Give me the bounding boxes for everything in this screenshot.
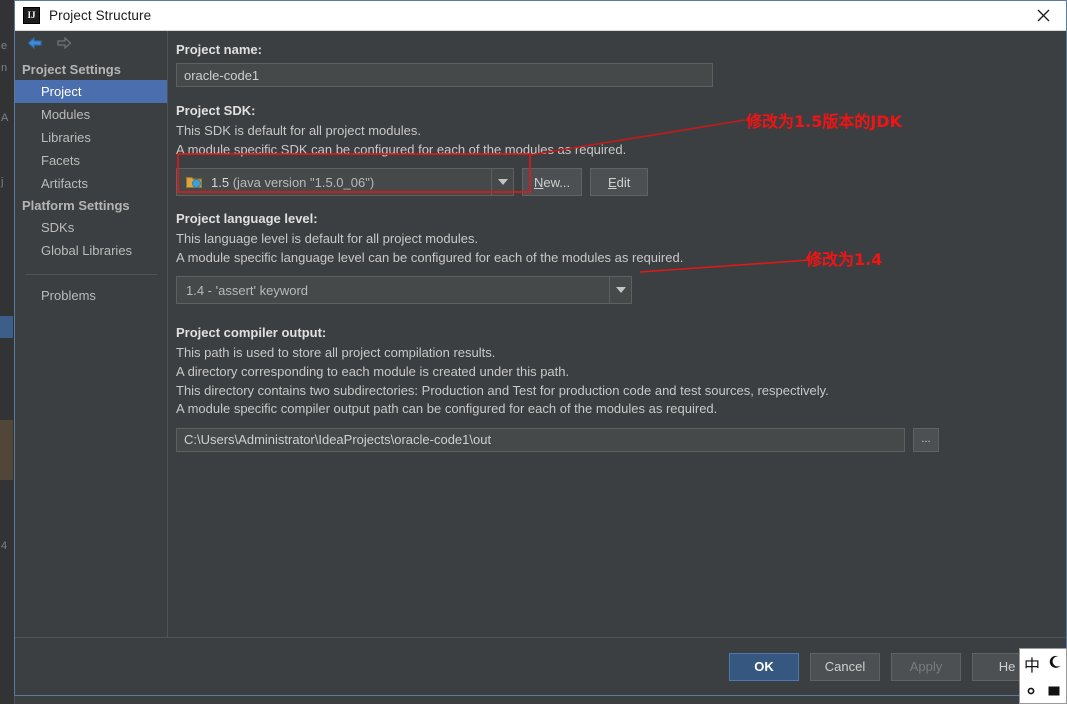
project-name-row bbox=[176, 63, 1066, 87]
dialog-body: Project Settings Project Modules Librari… bbox=[15, 31, 1066, 637]
sidebar-group-platform-settings: Platform Settings bbox=[22, 198, 130, 213]
project-sdk-desc-line1: This SDK is default for all project modu… bbox=[176, 123, 421, 138]
chevron-down-icon[interactable] bbox=[609, 277, 631, 304]
language-level-row: 1.4 - 'assert' keyword bbox=[176, 276, 1066, 305]
edit-sdk-button[interactable]: Edit bbox=[590, 168, 649, 197]
close-icon[interactable] bbox=[1021, 1, 1066, 30]
dialog-footer: OK Cancel Apply He bbox=[15, 637, 1066, 695]
compiler-output-input[interactable] bbox=[176, 427, 905, 452]
ime-top-row: 中 bbox=[1020, 649, 1066, 679]
language-level-value: 1.4 - 'assert' keyword bbox=[186, 282, 309, 298]
sidebar-item-libraries[interactable]: Libraries bbox=[15, 126, 167, 149]
background-glyph: A bbox=[1, 112, 9, 124]
sidebar-item-facets[interactable]: Facets bbox=[15, 149, 167, 172]
cancel-button[interactable]: Cancel bbox=[810, 652, 880, 681]
compiler-output-desc-line3: This directory contains two subdirectori… bbox=[176, 382, 829, 398]
project-settings-panel: Project name: Project SDK: This SDK is d… bbox=[168, 31, 1066, 637]
background-warm-chip bbox=[0, 420, 13, 480]
language-level-combo[interactable]: 1.4 - 'assert' keyword bbox=[176, 276, 632, 305]
dot-icon[interactable] bbox=[1026, 684, 1036, 699]
project-sdk-combo[interactable]: 1.5 (java version "1.5.0_06") bbox=[176, 168, 514, 197]
background-left-toolbar bbox=[0, 0, 15, 704]
language-level-desc-line1: This language level is default for all p… bbox=[176, 231, 479, 247]
sidebar-item-artifacts[interactable]: Artifacts bbox=[15, 172, 167, 195]
project-structure-dialog: Project Structure Proj bbox=[14, 0, 1067, 696]
ime-indicator-widget[interactable]: 中 bbox=[1019, 648, 1067, 704]
background-glyph: n bbox=[1, 62, 8, 74]
project-name-input[interactable] bbox=[176, 63, 713, 87]
compiler-output-desc-line2: A directory corresponding to each module… bbox=[176, 363, 570, 379]
chevron-down-icon[interactable] bbox=[491, 169, 513, 196]
project-sdk-detail: (java version "1.5.0_06") bbox=[232, 174, 375, 190]
sidebar-item-sdks[interactable]: SDKs bbox=[15, 216, 167, 239]
compiler-output-desc-line4: A module specific compiler output path c… bbox=[176, 401, 718, 417]
language-level-label: Project language level: bbox=[176, 211, 318, 227]
background-glyph: e bbox=[1, 40, 8, 52]
keyboard-icon[interactable] bbox=[1048, 684, 1060, 699]
dialog-titlebar: Project Structure bbox=[15, 1, 1066, 31]
dialog-title: Project Structure bbox=[49, 8, 152, 23]
new-sdk-button[interactable]: New... bbox=[522, 168, 583, 197]
ime-mode-label[interactable]: 中 bbox=[1024, 652, 1040, 676]
sidebar-item-modules[interactable]: Modules bbox=[15, 103, 167, 126]
project-sdk-desc-line2: A module specific SDK can be configured … bbox=[176, 141, 627, 157]
apply-button: Apply bbox=[891, 652, 961, 681]
moon-icon[interactable] bbox=[1048, 655, 1062, 674]
compiler-output-desc-line1: This path is used to store all project c… bbox=[176, 345, 496, 361]
jdk-folder-icon bbox=[186, 175, 202, 189]
compiler-output-row: ... bbox=[176, 427, 1066, 452]
sidebar-item-global-libraries[interactable]: Global Libraries bbox=[15, 239, 167, 262]
sidebar-item-project[interactable]: Project bbox=[15, 80, 167, 103]
background-glyph: j bbox=[1, 176, 4, 188]
project-sdk-row: 1.5 (java version "1.5.0_06") New... Edi… bbox=[176, 168, 1066, 197]
language-level-desc-line2: A module specific language level can be … bbox=[176, 249, 684, 265]
ok-button[interactable]: OK bbox=[729, 652, 799, 681]
ime-bottom-row bbox=[1020, 679, 1066, 703]
background-glyph: 4 bbox=[1, 540, 8, 552]
sidebar-item-problems[interactable]: Problems bbox=[15, 284, 167, 307]
arrow-back-icon[interactable] bbox=[27, 36, 43, 55]
compiler-output-browse-button[interactable]: ... bbox=[913, 427, 939, 452]
project-sdk-version: 1.5 bbox=[211, 174, 230, 190]
project-name-label: Project name: bbox=[176, 42, 262, 57]
arrow-forward-icon bbox=[56, 36, 72, 55]
navigation-arrows bbox=[15, 31, 167, 59]
compiler-output-label: Project compiler output: bbox=[176, 325, 327, 341]
background-highlight-chip bbox=[0, 316, 13, 338]
sidebar-group-project-settings: Project Settings bbox=[22, 62, 121, 77]
project-sdk-label: Project SDK: bbox=[176, 103, 256, 118]
project-sdk-value: 1.5 (java version "1.5.0_06") bbox=[202, 175, 491, 190]
settings-sidebar: Project Settings Project Modules Librari… bbox=[15, 31, 168, 637]
intellij-idea-logo-icon bbox=[23, 7, 40, 24]
